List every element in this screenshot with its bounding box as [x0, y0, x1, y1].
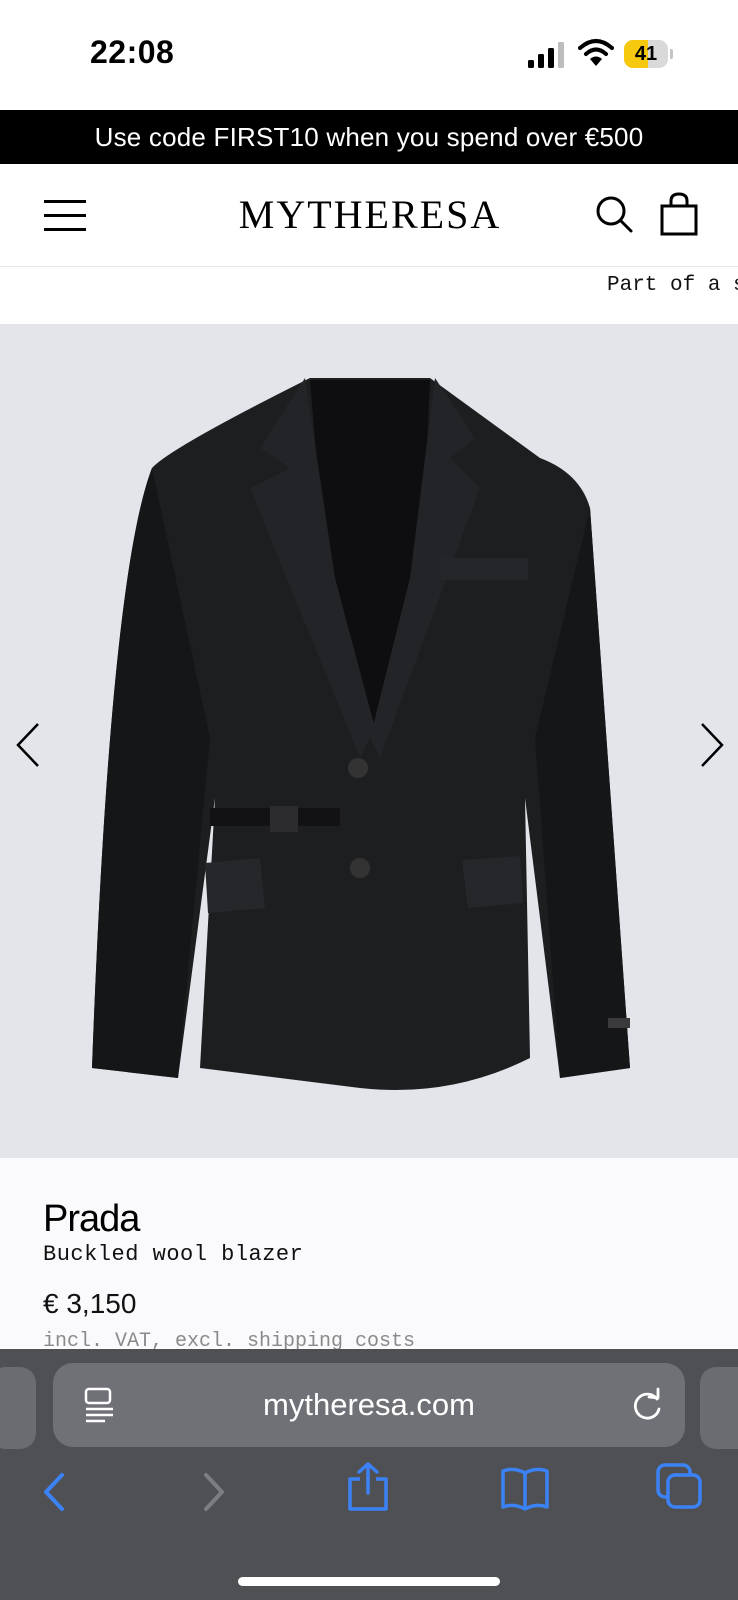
shopping-bag-icon[interactable] — [660, 192, 698, 236]
share-icon[interactable] — [346, 1461, 390, 1513]
reader-icon[interactable] — [83, 1387, 117, 1423]
status-bar: 22:08 41 — [0, 0, 738, 110]
bookmarks-icon[interactable] — [500, 1465, 550, 1511]
previous-tab-preview[interactable] — [0, 1367, 36, 1449]
promo-ticker: Part of a s — [0, 267, 738, 323]
forward-icon[interactable] — [198, 1471, 228, 1513]
signal-icon — [528, 42, 564, 68]
menu-icon[interactable] — [44, 200, 86, 232]
tabs-icon[interactable] — [656, 1463, 704, 1511]
promo-banner[interactable]: Use code FIRST10 when you spend over €50… — [0, 110, 738, 164]
ticker-text: Part of a s — [607, 274, 738, 297]
browser-toolbar: mytheresa.com — [0, 1349, 738, 1600]
back-icon[interactable] — [40, 1471, 70, 1513]
product-brand[interactable]: Prada — [43, 1198, 140, 1241]
site-header: MYTHERESA — [0, 164, 738, 267]
address-bar[interactable]: mytheresa.com — [53, 1363, 685, 1447]
reload-icon[interactable] — [629, 1387, 665, 1423]
url-text[interactable]: mytheresa.com — [53, 1363, 685, 1447]
site-logo[interactable]: MYTHERESA — [200, 190, 540, 240]
next-tab-preview[interactable] — [700, 1367, 738, 1449]
battery-charging-icon: 41 — [624, 40, 674, 68]
product-name: Buckled wool blazer — [43, 1242, 304, 1267]
home-indicator — [238, 1577, 500, 1586]
product-image-gallery[interactable] — [0, 324, 738, 1158]
status-time: 22:08 — [90, 34, 175, 70]
blazer-image — [92, 378, 630, 1090]
product-price: € 3,150 — [43, 1288, 137, 1319]
search-icon[interactable] — [594, 194, 634, 234]
battery-level: 41 — [634, 43, 658, 65]
wifi-icon — [578, 39, 614, 66]
chevron-left-icon[interactable] — [14, 720, 44, 770]
chevron-right-icon[interactable] — [696, 720, 726, 770]
product-info: Prada Buckled wool blazer € 3,150 incl. … — [0, 1158, 738, 1353]
